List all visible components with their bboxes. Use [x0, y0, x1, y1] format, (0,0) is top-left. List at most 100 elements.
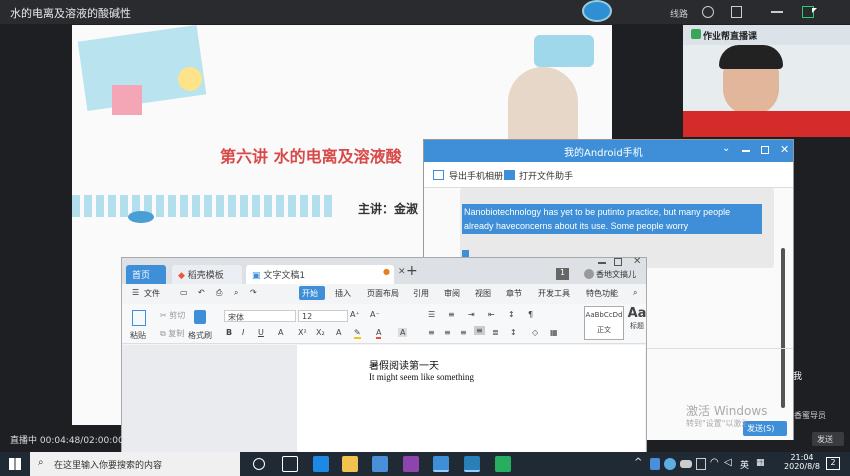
- paragraph-icon[interactable]: ¶: [528, 310, 533, 319]
- tab-daoke[interactable]: ◆ 稻壳模板: [172, 265, 242, 284]
- app-icon[interactable]: [495, 456, 511, 472]
- font-size-select[interactable]: 12: [298, 310, 348, 322]
- maximize-icon[interactable]: [761, 146, 769, 154]
- redo-icon[interactable]: ↷: [250, 288, 257, 297]
- line-select[interactable]: 线路: [670, 7, 688, 20]
- avatar[interactable]: [582, 0, 612, 22]
- format-painter-label[interactable]: 格式刷: [188, 330, 212, 341]
- menu-features[interactable]: 特色功能: [586, 288, 618, 299]
- bold-button[interactable]: B: [226, 328, 232, 337]
- export-album-button[interactable]: 导出手机相册: [449, 169, 503, 182]
- menu-icon[interactable]: ☰: [132, 288, 139, 297]
- new-tab-button[interactable]: +: [406, 263, 418, 279]
- battery-icon[interactable]: [696, 458, 706, 470]
- justify-icon[interactable]: ≡: [474, 326, 485, 335]
- close-icon[interactable]: ✕: [780, 143, 789, 156]
- close-icon[interactable]: ✕: [633, 256, 641, 267]
- phone-icon[interactable]: [464, 456, 480, 472]
- subscript-button[interactable]: X₂: [316, 328, 325, 337]
- copy-button[interactable]: ⧉ 复制: [160, 328, 184, 339]
- wps-writer-icon[interactable]: [433, 456, 449, 472]
- chevron-up-icon[interactable]: ^: [634, 457, 642, 468]
- menu-dev-tools[interactable]: 开发工具: [538, 288, 570, 299]
- document-page[interactable]: 暑假阅读第一天 It might seem like something: [297, 345, 645, 457]
- message-text[interactable]: Nanobiotechnology has yet to be putinto …: [462, 204, 762, 234]
- indent-icon[interactable]: ⇥: [468, 310, 475, 319]
- network-icon[interactable]: ◠: [710, 457, 719, 468]
- style-normal[interactable]: AaBbCcDd 正文: [584, 306, 624, 340]
- ime-label[interactable]: 英: [740, 458, 749, 471]
- user-name[interactable]: 香地文搞儿: [596, 269, 636, 280]
- menu-review[interactable]: 审阅: [444, 288, 460, 299]
- store-icon[interactable]: [403, 456, 419, 472]
- preview-icon[interactable]: ⌕: [234, 288, 238, 298]
- volume-icon[interactable]: ◁: [724, 457, 732, 468]
- minimize-icon[interactable]: [742, 150, 750, 152]
- number-list-icon[interactable]: ≡: [448, 310, 455, 319]
- align-right-icon[interactable]: ≡: [460, 328, 467, 337]
- open-file-helper-button[interactable]: 打开文件助手: [519, 169, 573, 182]
- search-box[interactable]: ⌕ 在这里输入你要搜索的内容: [30, 452, 240, 476]
- maximize-icon[interactable]: [614, 258, 622, 266]
- undo-icon[interactable]: ↶: [198, 288, 205, 297]
- tab-document[interactable]: ▣ 文字文稿1: [246, 265, 394, 284]
- superscript-button[interactable]: X²: [298, 328, 307, 337]
- save-icon[interactable]: ▭: [180, 288, 188, 297]
- font-select[interactable]: 宋体: [224, 310, 296, 322]
- distribute-icon[interactable]: ≣: [492, 328, 499, 337]
- cloud-icon[interactable]: [680, 460, 692, 468]
- notification-icon[interactable]: 2: [826, 457, 840, 470]
- paste-label[interactable]: 粘贴: [130, 330, 146, 341]
- align-center-icon[interactable]: ≡: [444, 328, 451, 337]
- bullet-list-icon[interactable]: ☰: [428, 310, 435, 319]
- font-shrink-icon[interactable]: A⁻: [370, 310, 380, 319]
- minimize-icon[interactable]: [598, 262, 606, 264]
- menu-view[interactable]: 视图: [475, 288, 491, 299]
- info-icon[interactable]: [731, 6, 742, 18]
- file-explorer-icon[interactable]: [342, 456, 358, 472]
- italic-button[interactable]: I: [242, 328, 244, 337]
- font-color-button[interactable]: A: [376, 328, 382, 339]
- grid-icon[interactable]: ▦: [756, 458, 765, 468]
- menu-chapter[interactable]: 章节: [506, 288, 522, 299]
- menu-insert[interactable]: 插入: [335, 288, 351, 299]
- task-view-icon[interactable]: [282, 456, 298, 472]
- scrollbar[interactable]: [781, 248, 785, 408]
- send-outside-button[interactable]: 发送: [812, 432, 844, 446]
- highlight-button[interactable]: ✎: [354, 328, 361, 339]
- border-icon[interactable]: ▦: [550, 328, 558, 337]
- effects-button[interactable]: A: [336, 328, 341, 337]
- underline-button[interactable]: U: [258, 328, 264, 337]
- edge-icon[interactable]: [313, 456, 329, 472]
- paste-icon[interactable]: [132, 310, 146, 326]
- font-grow-icon[interactable]: A⁺: [350, 310, 360, 319]
- minimize-icon[interactable]: [771, 11, 783, 13]
- windows-start-icon[interactable]: [9, 458, 21, 470]
- cut-button[interactable]: ✂ 剪切: [160, 310, 185, 321]
- cortana-icon[interactable]: [253, 458, 265, 470]
- align-left-icon[interactable]: ≡: [428, 328, 435, 337]
- shading-icon[interactable]: ◇: [532, 328, 538, 337]
- strike-button[interactable]: A: [278, 328, 283, 337]
- tab-close-icon[interactable]: ✕: [398, 267, 406, 277]
- menu-start[interactable]: 开始: [299, 286, 325, 300]
- menu-file[interactable]: 文件: [144, 288, 160, 299]
- eye-icon[interactable]: [702, 6, 714, 18]
- send-button[interactable]: 发送(S): [743, 421, 787, 436]
- line-spacing-icon[interactable]: ↕: [510, 328, 517, 337]
- search-icon[interactable]: ⌕: [633, 288, 637, 298]
- tray-app-icon[interactable]: [664, 458, 676, 470]
- sort-icon[interactable]: ↕: [508, 310, 515, 319]
- char-border-button[interactable]: A: [398, 328, 408, 337]
- user-avatar[interactable]: [584, 269, 594, 279]
- clock[interactable]: 21:04 2020/8/8: [782, 453, 822, 471]
- style-heading[interactable]: Aa 标题: [627, 306, 647, 340]
- outdent-icon[interactable]: ⇤: [488, 310, 495, 319]
- tab-home[interactable]: 首页: [126, 265, 166, 284]
- print-icon[interactable]: ⎙: [216, 288, 222, 298]
- shield-icon[interactable]: [650, 458, 660, 470]
- chevron-down-icon[interactable]: ⌄: [722, 143, 730, 154]
- menu-reference[interactable]: 引用: [413, 288, 429, 299]
- mail-icon[interactable]: [372, 456, 388, 472]
- format-brush-icon[interactable]: [194, 310, 206, 324]
